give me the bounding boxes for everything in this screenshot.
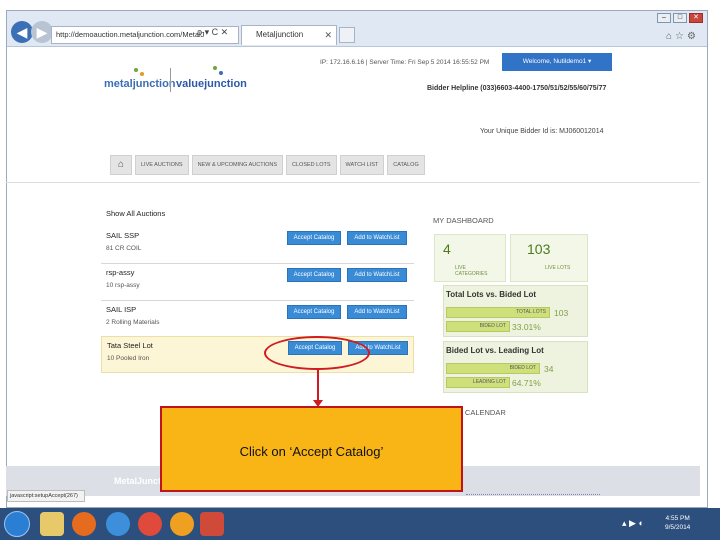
logo-dot-icon xyxy=(213,66,217,70)
browser-toolbar-icons[interactable]: ⌂☆⚙ xyxy=(666,31,699,42)
clock-time: 4:55 PM xyxy=(665,515,690,522)
leading-lot-percent: 64.71% xyxy=(512,378,541,388)
accept-catalog-button[interactable]: Accept Catalog xyxy=(287,268,341,282)
bided-lot-value: 34 xyxy=(544,364,554,374)
tab-label: Metaljunction xyxy=(256,30,304,39)
menu-live-auctions[interactable]: LIVE AUCTIONS xyxy=(135,155,189,175)
maximize-button[interactable]: □ xyxy=(673,13,687,23)
browser-titlebar: ◀ ▶ http://demoauction.metaljunction.com… xyxy=(7,11,707,47)
taskbar: ▴ ▶ ◐ 4:55 PM 9/5/2014 xyxy=(0,508,720,540)
auction-detail: 81 CR COIL xyxy=(106,245,142,252)
start-button[interactable] xyxy=(4,511,30,537)
clock-date: 9/5/2014 xyxy=(665,524,691,531)
logo-dot-icon xyxy=(140,72,144,76)
welcome-dropdown[interactable]: Welcome, Nutildemo1 ▾ xyxy=(502,53,612,71)
auction-row: SAIL SSP 81 CR COIL Accept Catalog Add t… xyxy=(101,227,414,264)
auction-name: SAIL ISP xyxy=(106,305,137,314)
leading-lot-bar: LEADING LOT xyxy=(446,377,510,388)
add-to-watchlist-button[interactable]: Add to WatchList xyxy=(347,305,407,319)
logo-dot-icon xyxy=(134,68,138,72)
auction-row: SAIL ISP 2 Rolling Materials Accept Cata… xyxy=(101,301,414,338)
highlight-circle xyxy=(264,336,370,370)
live-categories-card[interactable]: 4 LIVE CATEGORIES xyxy=(434,234,506,282)
auction-detail: 10 rsp-assy xyxy=(106,282,140,289)
auction-detail: 2 Rolling Materials xyxy=(106,319,160,326)
app-icon[interactable] xyxy=(170,512,194,536)
add-to-watchlist-button[interactable]: Add to WatchList xyxy=(347,231,407,245)
footer-rule xyxy=(466,494,600,495)
live-categories-count: 4 xyxy=(443,241,451,257)
minimize-button[interactable]: – xyxy=(657,13,671,23)
logo-dot-icon xyxy=(219,71,223,75)
bided-vs-leading-heading: Bided Lot vs. Leading Lot xyxy=(446,346,544,355)
accept-catalog-button[interactable]: Accept Catalog xyxy=(287,231,341,245)
system-tray-icons[interactable]: ▴ ▶ ◐ xyxy=(622,518,644,529)
auction-name: Tata Steel Lot xyxy=(107,341,153,350)
clock[interactable]: 4:55 PM 9/5/2014 xyxy=(665,514,690,532)
instruction-text: Click on ‘Accept Catalog’ xyxy=(239,444,384,459)
accept-catalog-button[interactable]: Accept Catalog xyxy=(287,305,341,319)
logo-divider xyxy=(170,68,171,92)
tab-close-icon[interactable]: ✕ xyxy=(324,26,332,44)
bided-lot-bar: BIDED LOT xyxy=(446,363,540,374)
bidder-id: Your Unique Bidder Id is: MJ060012014 xyxy=(480,128,604,135)
footer-logo: MetalJunct xyxy=(114,476,162,486)
live-lots-label: LIVE LOTS xyxy=(545,265,571,271)
metaljunction-logo[interactable]: metaljunction xyxy=(104,78,176,90)
bidder-helpline: Bidder Helpline (033)6603-4400-1750/51/5… xyxy=(427,85,607,92)
new-tab-button[interactable] xyxy=(339,27,355,43)
firefox-icon[interactable] xyxy=(72,512,96,536)
dashboard-title: MY DASHBOARD xyxy=(433,216,494,225)
bided-lot-bar: BIDED LOT xyxy=(446,321,510,332)
forward-button[interactable]: ▶ xyxy=(31,21,53,43)
live-categories-label: LIVE CATEGORIES xyxy=(455,265,488,277)
server-info: IP: 172.16.6.16 | Server Time: Fri Sep 5… xyxy=(320,59,490,66)
internet-explorer-icon[interactable] xyxy=(106,512,130,536)
bided-vs-leading-panel: Bided Lot vs. Leading Lot BIDED LOT 34 L… xyxy=(443,341,588,393)
chrome-icon[interactable] xyxy=(138,512,162,536)
main-menu: ⌂ LIVE AUCTIONS NEW & UPCOMING AUCTIONS … xyxy=(110,155,425,175)
auction-name: rsp-assy xyxy=(106,268,135,277)
file-explorer-icon[interactable] xyxy=(40,512,64,536)
total-vs-bided-panel: Total Lots vs. Bided Lot TOTAL LOTS 103 … xyxy=(443,285,588,337)
instruction-callout: Click on ‘Accept Catalog’ xyxy=(160,406,463,492)
address-tools[interactable]: ρ ▾ C ✕ xyxy=(197,27,228,38)
menu-watch-list[interactable]: WATCH LIST xyxy=(339,155,385,175)
header-divider xyxy=(6,182,700,183)
add-to-watchlist-button[interactable]: Add to WatchList xyxy=(347,268,407,282)
auction-detail: 10 Pooled Iron xyxy=(107,355,150,362)
total-lots-value: 103 xyxy=(554,308,569,318)
pointer-arrow xyxy=(317,370,319,404)
auction-name: SAIL SSP xyxy=(106,231,140,240)
powerpoint-icon[interactable] xyxy=(200,512,224,536)
show-all-auctions-link[interactable]: Show All Auctions xyxy=(106,209,165,218)
auction-row: rsp-assy 10 rsp-assy Accept Catalog Add … xyxy=(101,264,414,301)
home-icon[interactable]: ⌂ xyxy=(110,155,132,175)
total-vs-bided-heading: Total Lots vs. Bided Lot xyxy=(446,290,537,299)
calendar-heading: G CALENDAR xyxy=(457,408,506,417)
valuejunction-logo[interactable]: valuejunction xyxy=(176,78,247,90)
menu-new-upcoming-auctions[interactable]: NEW & UPCOMING AUCTIONS xyxy=(191,155,284,175)
menu-catalog[interactable]: CATALOG xyxy=(387,155,425,175)
live-lots-card[interactable]: 103 LIVE LOTS xyxy=(510,234,588,282)
close-button[interactable]: ✕ xyxy=(689,13,703,23)
total-lots-bar: TOTAL LOTS xyxy=(446,307,550,318)
status-bar-url: javascript:setupAccept(267) xyxy=(7,490,85,502)
browser-tab[interactable]: Metaljunction ✕ xyxy=(241,25,337,45)
live-lots-count: 103 xyxy=(527,241,551,257)
back-button[interactable]: ◀ xyxy=(11,21,33,43)
menu-closed-lots[interactable]: CLOSED LOTS xyxy=(286,155,337,175)
bided-lot-percent: 33.01% xyxy=(512,322,541,332)
